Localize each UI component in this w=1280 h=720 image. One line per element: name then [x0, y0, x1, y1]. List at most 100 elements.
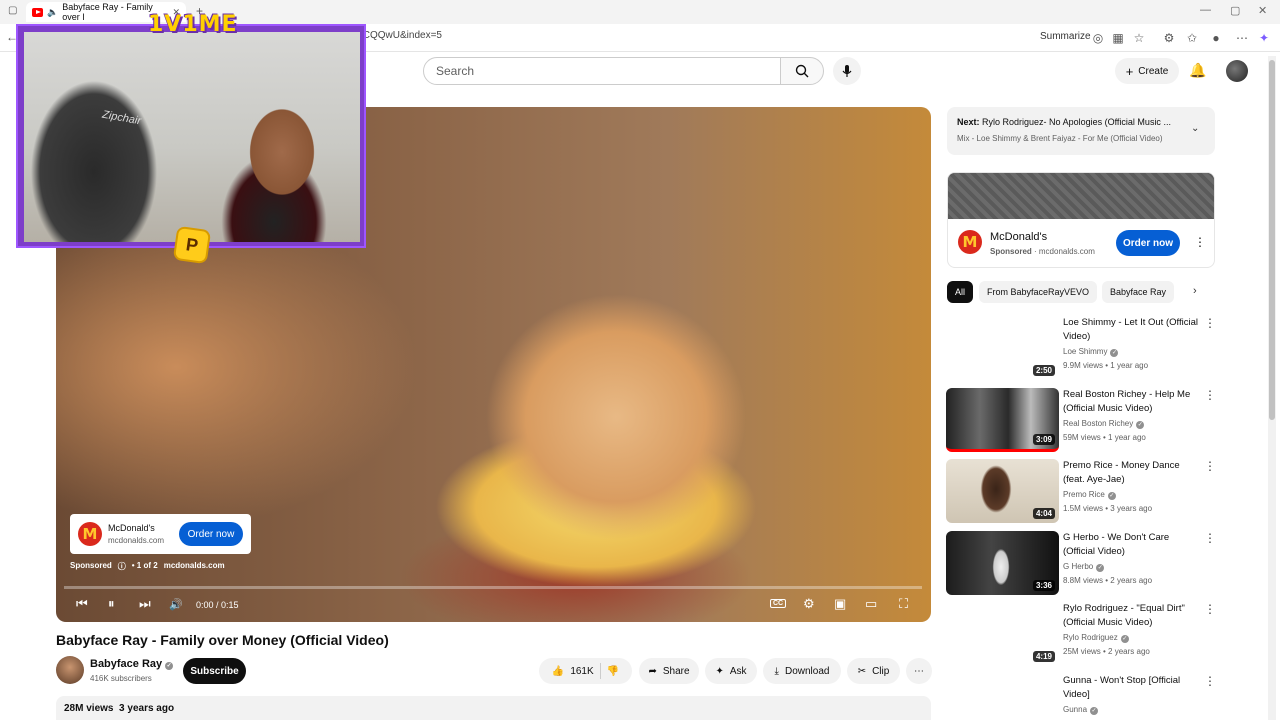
ad-order-now-button[interactable]: Order now — [179, 522, 243, 546]
pause-icon[interactable]: ⏸ — [108, 596, 115, 612]
recommendation-title[interactable]: Loe Shimmy - Let It Out (Official Video) — [1063, 316, 1201, 344]
favorite-star-icon[interactable]: ☆ — [1131, 30, 1147, 46]
recommendation-item[interactable]: 2:50 Loe Shimmy - Let It Out (Official V… — [946, 316, 1216, 382]
like-divider — [599, 663, 601, 679]
channel-name[interactable]: Babyface Ray ✓ — [90, 658, 174, 670]
video-thumbnail[interactable]: 4:04 — [946, 459, 1059, 523]
verified-icon: ✓ — [1090, 707, 1099, 715]
account-avatar[interactable] — [1226, 60, 1248, 82]
create-button[interactable]: + Create — [1115, 58, 1179, 84]
channel-avatar[interactable] — [56, 656, 84, 684]
copilot-summary-icon[interactable]: ◎ — [1090, 30, 1106, 46]
sponsored-label: Sponsored — [70, 561, 112, 570]
more-actions-button[interactable]: ⋯ — [906, 658, 932, 684]
volume-icon[interactable]: 🔊 — [169, 598, 183, 611]
voice-search-button[interactable] — [833, 57, 861, 85]
speaker-icon[interactable]: 🔈 — [47, 7, 58, 18]
more-vertical-icon[interactable]: ⋮ — [1204, 316, 1216, 330]
create-label: Create — [1138, 65, 1169, 77]
info-icon[interactable]: ⓘ — [118, 561, 126, 572]
video-thumbnail[interactable]: 2:50 — [946, 316, 1059, 380]
minimize-icon[interactable]: — — [1200, 4, 1211, 16]
more-vertical-icon[interactable]: ⋮ — [1204, 459, 1216, 473]
ad-domain-link[interactable]: mcdonalds.com — [164, 561, 225, 572]
recommendation-item[interactable]: 4:04 Premo Rice - Money Dance (feat. Aye… — [946, 459, 1216, 525]
age-text: 1 year ago — [1108, 433, 1146, 442]
ask-button[interactable]: ✦ Ask — [705, 658, 757, 684]
sidebar-ad-order-now-button[interactable]: Order now — [1116, 230, 1180, 256]
summarize-button[interactable]: Summarize — [1040, 31, 1091, 42]
recommendation-title[interactable]: Real Boston Richey - Help Me (Official M… — [1063, 388, 1201, 416]
more-vertical-icon[interactable]: ⋮ — [1204, 602, 1216, 616]
chip-all[interactable]: All — [947, 281, 974, 303]
channel-name-text: Babyface Ray — [90, 658, 163, 670]
more-menu-icon[interactable]: ⋯ — [1234, 30, 1250, 46]
recommendation-channel: Real Boston Richey ✓ — [1063, 419, 1145, 429]
channel-text: Rylo Rodriguez — [1063, 633, 1118, 642]
recommendation-item[interactable]: 4:19 Rylo Rodriguez - "Equal Dirt" (Offi… — [946, 602, 1216, 668]
player-ad-card[interactable]: M McDonald's mcdonalds.com Order now — [70, 514, 251, 554]
url-text[interactable]: fCQQwU&index=5 — [360, 30, 442, 41]
download-button[interactable]: ⤓ Download — [763, 658, 841, 684]
search-input[interactable]: Search — [423, 57, 781, 85]
share-button[interactable]: ➦ Share — [639, 658, 699, 684]
description-box[interactable]: 28M views 3 years ago — [56, 696, 931, 720]
verified-icon: ✓ — [1110, 349, 1119, 357]
recommendation-channel: Premo Rice ✓ — [1063, 490, 1116, 500]
chevron-right-icon[interactable]: › — [1193, 285, 1197, 297]
video-title: Babyface Ray - Family over Money (Offici… — [56, 632, 389, 648]
tab-actions-icon[interactable]: ▢ — [8, 5, 17, 16]
up-next-box[interactable]: Next: Rylo Rodriguez- No Apologies (Offi… — [947, 107, 1215, 155]
ad-domain: mcdonalds.com — [108, 536, 165, 545]
subscribe-button[interactable]: Subscribe — [183, 658, 246, 684]
recommendation-title[interactable]: Rylo Rodriguez - "Equal Dirt" (Official … — [1063, 602, 1201, 630]
chip-from-channel[interactable]: From BabyfaceRayVEVO — [979, 281, 1098, 303]
overlay-badge-icon: P — [172, 225, 212, 265]
recommendation-item[interactable]: 3:09 Real Boston Richey - Help Me (Offic… — [946, 388, 1216, 454]
more-vertical-icon[interactable]: ⋮ — [1194, 235, 1206, 249]
captions-button[interactable]: CC — [770, 599, 787, 608]
more-vertical-icon[interactable]: ⋮ — [1204, 531, 1216, 545]
recommendation-title[interactable]: G Herbo - We Don't Care (Official Video) — [1063, 531, 1201, 559]
video-thumbnail[interactable]: 3:36 — [946, 531, 1059, 595]
settings-gear-icon[interactable]: ⚙ — [803, 596, 815, 612]
duration-badge: 4:19 — [1032, 651, 1055, 662]
reader-icon[interactable]: ▦ — [1110, 30, 1126, 46]
progress-bar[interactable] — [64, 586, 922, 589]
search-button[interactable] — [780, 57, 824, 85]
theater-mode-icon[interactable]: ▭ — [865, 596, 877, 612]
notifications-bell-icon[interactable]: 🔔 — [1189, 62, 1206, 79]
profile-icon[interactable]: ● — [1208, 30, 1224, 46]
recommendation-item[interactable]: 3:36 G Herbo - We Don't Care (Official V… — [946, 531, 1216, 597]
fullscreen-icon[interactable]: ⛶ — [899, 596, 908, 612]
recommendation-item[interactable]: Gunna - Won't Stop [Official Video] Gunn… — [946, 674, 1216, 720]
verified-icon: ✓ — [1136, 421, 1145, 429]
extensions-icon[interactable]: ⚙ — [1161, 30, 1177, 46]
more-vertical-icon[interactable]: ⋮ — [1204, 674, 1216, 688]
video-thumbnail[interactable]: 3:09 — [946, 388, 1059, 452]
miniplayer-icon[interactable]: ▣ — [834, 596, 846, 612]
channel-text: Premo Rice — [1063, 490, 1105, 499]
views-text: 1.5M views — [1063, 504, 1104, 513]
close-window-icon[interactable]: ✕ — [1258, 4, 1267, 17]
copilot-icon[interactable]: ✦ — [1256, 30, 1272, 46]
restore-icon[interactable]: ▢ — [1230, 4, 1240, 17]
channel-text: Real Boston Richey — [1063, 419, 1134, 428]
recommendation-title[interactable]: Gunna - Won't Stop [Official Video] — [1063, 674, 1201, 702]
youtube-favicon-icon — [32, 7, 44, 17]
recommendation-title[interactable]: Premo Rice - Money Dance (feat. Aye-Jae) — [1063, 459, 1201, 487]
verified-icon: ✓ — [1096, 564, 1105, 572]
next-icon[interactable]: ⏭ — [139, 596, 151, 612]
video-thumbnail[interactable]: 4:19 — [946, 602, 1059, 666]
previous-icon[interactable]: ⏮ — [76, 596, 88, 612]
sidebar-ad[interactable]: M McDonald's Sponsored · mcdonalds.com O… — [947, 172, 1215, 268]
scrollbar-thumb[interactable] — [1269, 60, 1275, 420]
more-vertical-icon[interactable]: ⋮ — [1204, 388, 1216, 402]
clip-button[interactable]: ✂ Clip — [847, 658, 900, 684]
chevron-down-icon[interactable]: ⌄ — [1191, 123, 1199, 134]
favorites-icon[interactable]: ✩ — [1184, 30, 1200, 46]
like-button[interactable]: 👍 161K — [552, 666, 594, 677]
chip-babyface-ray[interactable]: Babyface Ray — [1102, 281, 1175, 303]
recommendation-channel: G Herbo ✓ — [1063, 562, 1105, 572]
thumbs-down-icon[interactable]: 👎 — [607, 666, 619, 677]
